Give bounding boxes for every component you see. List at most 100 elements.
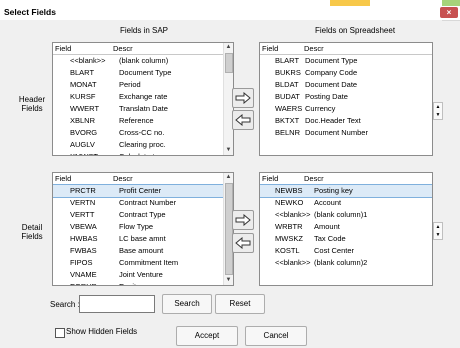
field-description: Posting key	[314, 186, 353, 195]
move-down-icon[interactable]: ▼	[434, 111, 442, 119]
field-description: Reference	[119, 116, 154, 125]
header-spreadsheet-list[interactable]: Field Descr BLART Document Type BUKRS Compa…	[259, 42, 433, 156]
list-item[interactable]: FWBAS Base amount	[53, 245, 233, 257]
scroll-down-icon[interactable]: ▼	[224, 146, 233, 155]
show-hidden-checkbox[interactable]	[55, 328, 65, 338]
search-input[interactable]	[79, 295, 155, 313]
list-item[interactable]: BUDAT Posting Date	[260, 91, 432, 103]
dialog-content: Fields in SAP Fields on Spreadsheet Fiel…	[0, 20, 443, 348]
list-item[interactable]: PRCTR Profit Center	[53, 184, 233, 198]
field-code: EGRUP	[70, 282, 97, 285]
list-header: Field Descr	[260, 43, 432, 55]
field-code: BLDAT	[275, 80, 299, 89]
reset-button[interactable]: Reset	[215, 294, 265, 314]
field-column-header: Field	[55, 44, 72, 53]
field-code: WAERS	[275, 104, 303, 113]
arrow-right-icon	[235, 214, 251, 226]
list-item[interactable]: EGRUP Equity group	[53, 281, 233, 285]
title-bar: Select Fields ×	[0, 6, 460, 21]
detail-reorder-spinner[interactable]: ▲ ▼	[433, 222, 443, 240]
descr-column-header: Descr	[113, 174, 133, 183]
list-item[interactable]: VERTN Contract Number	[53, 197, 233, 209]
list-rows: <<blank>> (blank column) BLART Document Typ…	[53, 55, 233, 155]
close-button[interactable]: ×	[440, 7, 458, 18]
list-item[interactable]: WRBTR Amount	[260, 221, 432, 233]
list-item[interactable]: BVORG Cross-CC no.	[53, 127, 233, 139]
field-description: Flow Type	[119, 222, 154, 231]
list-item[interactable]: HWBAS LC base amnt	[53, 233, 233, 245]
field-code: BUKRS	[275, 68, 301, 77]
field-description: Document Type	[305, 56, 358, 65]
detail-sap-list[interactable]: Field Descr PRCTR Profit Center VERTN Contr…	[52, 172, 234, 286]
list-item[interactable]: XMWST Calculate tax	[53, 151, 233, 155]
move-left-header-button[interactable]	[232, 110, 254, 130]
list-item[interactable]: AUGLV Clearing proc.	[53, 139, 233, 151]
list-item[interactable]: BKTXT Doc.Header Text	[260, 115, 432, 127]
field-description: Doc.Header Text	[305, 116, 361, 125]
scroll-up-icon[interactable]: ▲	[224, 43, 233, 52]
field-code: BLART	[70, 68, 95, 77]
field-description: Contract Number	[119, 198, 177, 207]
list-item[interactable]: BLDAT Document Date	[260, 79, 432, 91]
scroll-thumb[interactable]	[225, 53, 233, 73]
list-item[interactable]: MONAT Period	[53, 79, 233, 91]
field-description: LC base amnt	[119, 234, 166, 243]
field-description: Company Code	[305, 68, 358, 77]
field-description: (blank column)	[119, 56, 169, 65]
list-item[interactable]: <<blank>> (blank column)	[53, 55, 233, 67]
list-item[interactable]: WAERS Currency	[260, 103, 432, 115]
descr-column-header: Descr	[113, 44, 133, 53]
field-code: WWERT	[70, 104, 100, 113]
list-item[interactable]: MWSKZ Tax Code	[260, 233, 432, 245]
detail-fields-label: Detail Fields	[21, 223, 43, 241]
move-right-detail-button[interactable]	[232, 210, 254, 230]
move-down-icon[interactable]: ▼	[434, 231, 442, 239]
field-description: Calculate tax	[119, 152, 162, 155]
list-item[interactable]: BELNR Document Number	[260, 127, 432, 139]
list-item[interactable]: BUKRS Company Code	[260, 67, 432, 79]
header-reorder-spinner[interactable]: ▲ ▼	[433, 102, 443, 120]
list-item[interactable]: VNAME Joint Venture	[53, 269, 233, 281]
field-code: <<blank>>	[275, 258, 311, 267]
list-item[interactable]: VERTT Contract Type	[53, 209, 233, 221]
field-column-header: Field	[55, 174, 72, 183]
list-item[interactable]: FIPOS Commitment Item	[53, 257, 233, 269]
field-code: <<blank>>	[275, 210, 311, 219]
detail-spreadsheet-list[interactable]: Field Descr NEWBS Posting key NEWKO Account…	[259, 172, 433, 286]
move-up-icon[interactable]: ▲	[434, 223, 442, 231]
field-description: Account	[314, 198, 342, 207]
list-item[interactable]: KOSTL Cost Center	[260, 245, 432, 257]
list-item[interactable]: NEWKO Account	[260, 197, 432, 209]
field-code: KOSTL	[275, 246, 300, 255]
accept-button[interactable]: Accept	[176, 326, 238, 346]
list-item[interactable]: <<blank>> (blank column)2	[260, 257, 432, 269]
list-item[interactable]: NEWBS Posting key	[260, 184, 432, 198]
header-fields-label: Header Fields	[18, 95, 46, 113]
search-button[interactable]: Search	[162, 294, 212, 314]
field-description: (blank column)2	[314, 258, 368, 267]
cancel-button[interactable]: Cancel	[245, 326, 307, 346]
list-item[interactable]: BLART Document Type	[260, 55, 432, 67]
move-left-detail-button[interactable]	[232, 233, 254, 253]
show-hidden-label: Show Hidden Fields	[66, 327, 138, 336]
list-item[interactable]: KURSF Exchange rate	[53, 91, 233, 103]
list-item[interactable]: <<blank>> (blank column)1	[260, 209, 432, 221]
descr-column-header: Descr	[304, 174, 324, 183]
field-description: Document Date	[305, 80, 358, 89]
list-item[interactable]: VBEWA Flow Type	[53, 221, 233, 233]
scroll-down-icon[interactable]: ▼	[224, 276, 233, 285]
list-item[interactable]: BLART Document Type	[53, 67, 233, 79]
list-item[interactable]: WWERT Translatn Date	[53, 103, 233, 115]
field-description: Tax Code	[314, 234, 346, 243]
field-description: Exchange rate	[119, 92, 168, 101]
field-description: Period	[119, 80, 141, 89]
move-right-header-button[interactable]	[232, 88, 254, 108]
field-description: Cost Center	[314, 246, 355, 255]
descr-column-header: Descr	[304, 44, 324, 53]
move-up-icon[interactable]: ▲	[434, 103, 442, 111]
header-sap-list[interactable]: Field Descr <<blank>> (blank column) BLART…	[52, 42, 234, 156]
list-item[interactable]: XBLNR Reference	[53, 115, 233, 127]
field-code: MONAT	[70, 80, 97, 89]
scroll-up-icon[interactable]: ▲	[224, 173, 233, 182]
field-code: FIPOS	[70, 258, 93, 267]
